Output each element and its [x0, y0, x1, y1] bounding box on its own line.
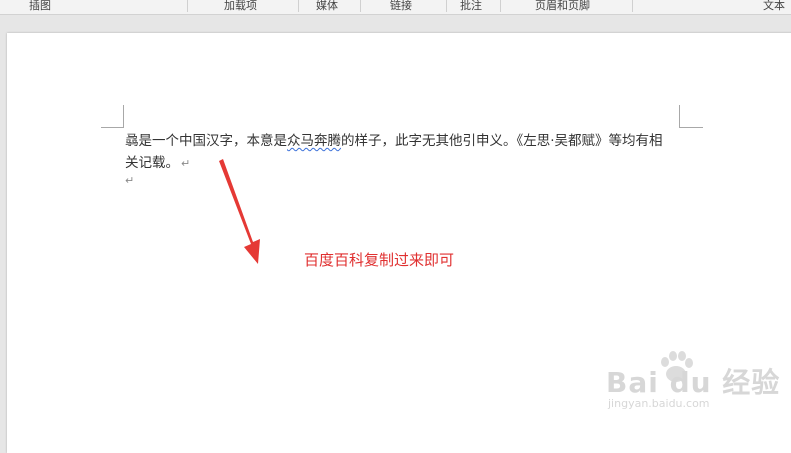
annotation-label: 百度百科复制过来即可 [304, 251, 455, 269]
arrow-shape [219, 159, 260, 264]
baidu-jingyan-watermark: Bai du 经验 jingyan.baidu.com [600, 351, 779, 415]
watermark-logo-text: Bai du 经验 [606, 366, 781, 399]
watermark-url: jingyan.baidu.com [608, 397, 710, 410]
